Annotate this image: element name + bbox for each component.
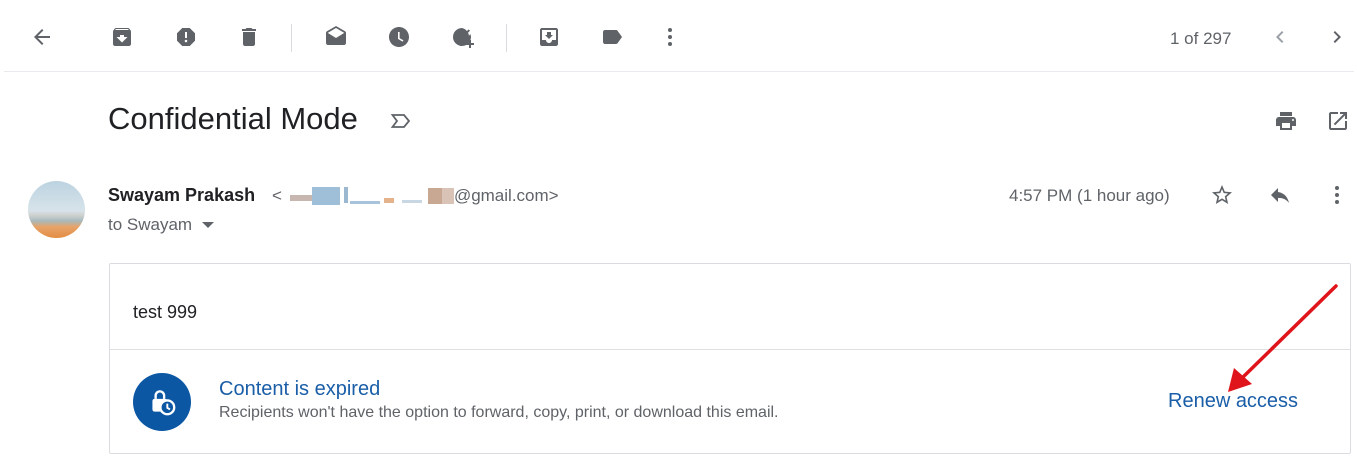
redacted-email-address xyxy=(282,187,454,205)
star-outline-icon xyxy=(1212,185,1232,204)
label-outline-icon xyxy=(390,114,411,128)
message-toolbar: 1 of 297 xyxy=(4,2,1354,72)
expired-notice-title: Content is expired xyxy=(219,378,381,400)
report-spam-icon xyxy=(177,28,195,46)
labels-icon xyxy=(603,30,622,44)
print-all-button[interactable] xyxy=(1268,103,1304,139)
snooze-icon xyxy=(389,27,409,47)
recipients-line: to Swayam xyxy=(108,215,215,235)
sender-email: < @gmail.com> xyxy=(272,186,559,206)
chevron-right-icon xyxy=(1333,31,1341,43)
message-timestamp: 4:57 PM (1 hour ago) xyxy=(1009,186,1170,205)
mark-unread-icon xyxy=(326,26,346,45)
message-body-text: test 999 xyxy=(133,302,198,322)
pagination-count: 1 of 297 xyxy=(1170,29,1232,48)
snooze-button[interactable] xyxy=(379,17,419,57)
newer-button[interactable] xyxy=(1260,17,1300,57)
more-vert-icon xyxy=(1335,186,1339,204)
message-more-button[interactable] xyxy=(1319,177,1355,213)
back-icon xyxy=(34,29,50,45)
delete-icon xyxy=(242,28,256,46)
lock-clock-icon xyxy=(152,390,176,416)
open-in-new-icon xyxy=(1329,112,1347,130)
older-button[interactable] xyxy=(1317,17,1357,57)
toolbar-divider xyxy=(291,24,292,52)
recipients-text: to Swayam xyxy=(108,215,193,234)
move-to-icon xyxy=(540,28,558,46)
sender-avatar[interactable] xyxy=(28,181,85,238)
toolbar-divider xyxy=(506,24,507,52)
labels-button[interactable] xyxy=(592,17,632,57)
email-open-bracket: < xyxy=(272,186,282,205)
important-marker[interactable] xyxy=(383,103,419,139)
show-details-caret-icon[interactable] xyxy=(202,222,215,228)
report-spam-button[interactable] xyxy=(166,17,206,57)
expired-lock-badge xyxy=(133,373,191,431)
print-icon xyxy=(1276,112,1296,130)
card-divider xyxy=(110,349,1350,350)
chevron-left-icon xyxy=(1276,31,1284,43)
reply-button[interactable] xyxy=(1262,177,1298,213)
move-to-button[interactable] xyxy=(529,17,569,57)
star-button[interactable] xyxy=(1204,177,1240,213)
message-body-card xyxy=(109,263,1351,454)
reply-icon xyxy=(1271,188,1289,203)
annotation-arrow-icon xyxy=(1228,284,1338,392)
back-button[interactable] xyxy=(22,17,62,57)
open-new-window-button[interactable] xyxy=(1320,103,1356,139)
archive-icon xyxy=(113,28,131,46)
email-subject: Confidential Mode xyxy=(108,101,358,136)
delete-button[interactable] xyxy=(229,17,269,57)
add-to-tasks-icon xyxy=(452,27,474,48)
add-to-tasks-button[interactable] xyxy=(442,17,482,57)
mark-unread-button[interactable] xyxy=(316,17,356,57)
expired-notice-description: Recipients won't have the option to forw… xyxy=(219,404,779,421)
archive-button[interactable] xyxy=(102,17,142,57)
more-vert-icon xyxy=(668,28,672,46)
email-domain: @gmail.com> xyxy=(453,186,559,205)
more-options-button[interactable] xyxy=(650,17,690,57)
sender-name[interactable]: Swayam Prakash xyxy=(108,185,255,206)
